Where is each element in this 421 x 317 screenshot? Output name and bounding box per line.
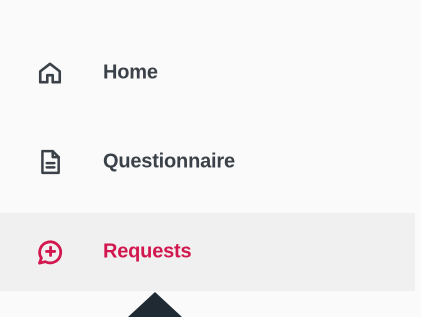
document-icon (33, 145, 67, 179)
sidebar-item-requests[interactable]: Requests (0, 213, 415, 291)
home-icon (33, 56, 67, 90)
chat-plus-icon (33, 235, 67, 269)
sidebar-item-home[interactable]: Home (0, 34, 415, 112)
tooltip-caret (128, 292, 182, 317)
sidebar-item-questionnaire[interactable]: Questionnaire (0, 123, 415, 201)
sidebar-item-label: Requests (103, 240, 192, 263)
sidebar-item-label: Home (103, 61, 158, 84)
sidebar-nav: Home Questionnaire Requests (0, 0, 421, 317)
sidebar-item-label: Questionnaire (103, 150, 235, 173)
